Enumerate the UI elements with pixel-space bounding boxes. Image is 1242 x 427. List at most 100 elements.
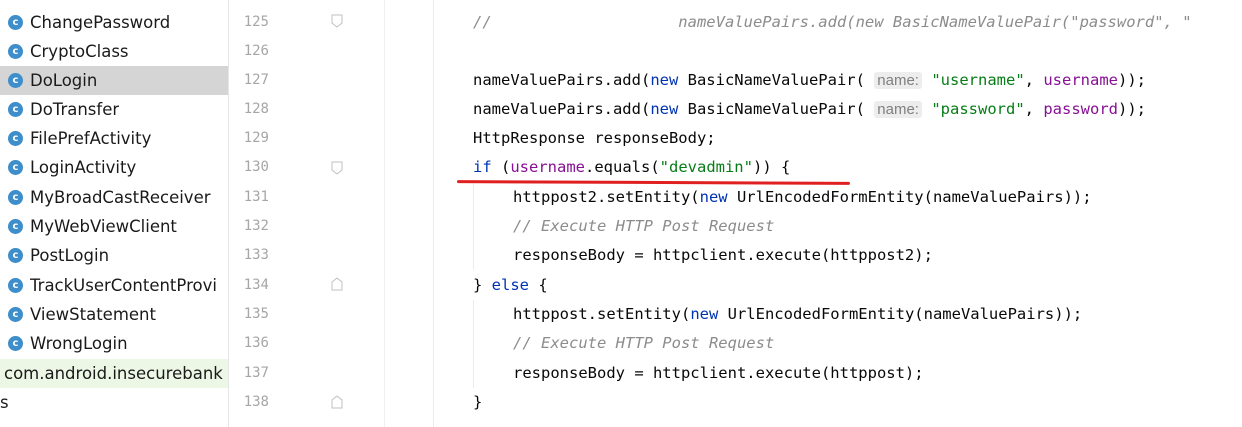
line-number: 129 bbox=[243, 130, 269, 146]
tree-item-viewstatement[interactable]: c ViewStatement bbox=[0, 300, 228, 329]
line-number: 131 bbox=[243, 189, 269, 205]
fold-end-icon[interactable] bbox=[331, 395, 343, 409]
line-number: 138 bbox=[243, 394, 269, 410]
code-line-136: // Execute HTTP Post Request bbox=[513, 334, 775, 352]
tree-item-mywebviewclient[interactable]: c MyWebViewClient bbox=[0, 212, 228, 241]
code-token: BasicNameValuePair( bbox=[678, 100, 875, 118]
keyword-token: if bbox=[473, 158, 492, 176]
tree-item-label: s bbox=[0, 393, 9, 412]
indent-guide bbox=[473, 183, 474, 270]
code-token: )) { bbox=[752, 158, 791, 176]
class-icon: c bbox=[8, 15, 23, 30]
fold-start-icon[interactable] bbox=[331, 161, 343, 175]
class-icon: c bbox=[8, 278, 23, 293]
class-icon: c bbox=[8, 131, 23, 146]
tree-item-loginactivity[interactable]: c LoginActivity bbox=[0, 153, 228, 182]
fold-end-icon[interactable] bbox=[331, 277, 343, 291]
tree-item-label: DoLogin bbox=[30, 71, 98, 90]
code-token: )); bbox=[1117, 71, 1146, 89]
tree-item-fileprefactivity[interactable]: c FilePrefActivity bbox=[0, 124, 228, 153]
line-number: 128 bbox=[243, 101, 269, 117]
tree-item-label: ChangePassword bbox=[30, 13, 171, 32]
class-icon: c bbox=[8, 307, 23, 322]
keyword-token: new bbox=[650, 100, 679, 118]
code-token: , bbox=[1024, 100, 1044, 118]
code-line-133: responseBody = httpclient.execute(httppo… bbox=[513, 246, 933, 264]
code-token: { bbox=[529, 276, 548, 294]
tree-item-dotransfer[interactable]: c DoTransfer bbox=[0, 95, 228, 124]
line-number: 133 bbox=[243, 247, 269, 263]
keyword-token: new bbox=[699, 188, 728, 206]
field-token: username bbox=[1043, 71, 1118, 89]
code-line-131: httppost2.setEntity(new UrlEncodedFormEn… bbox=[513, 183, 1092, 212]
class-icon: c bbox=[8, 190, 23, 205]
project-tree: c ChangePassword c CryptoClass c DoLogin… bbox=[0, 0, 228, 427]
tree-item-bottom[interactable]: s bbox=[0, 388, 228, 417]
editor-gutter: 125 126 127 128 129 130 131 132 133 134 … bbox=[228, 0, 384, 427]
line-number: 126 bbox=[243, 43, 269, 59]
code-token: UrlEncodedFormEntity(nameValuePairs)); bbox=[727, 188, 1092, 206]
code-editor[interactable]: // nameValuePairs.add(new BasicNameValue… bbox=[384, 0, 1242, 427]
line-number: 135 bbox=[243, 306, 269, 322]
keyword-token: new bbox=[690, 305, 719, 323]
code-token: )); bbox=[1117, 100, 1146, 118]
line-number: 134 bbox=[243, 277, 269, 293]
code-token: nameValuePairs.add( bbox=[473, 100, 651, 118]
tree-item-mybroadcastreceiver[interactable]: c MyBroadCastReceiver bbox=[0, 183, 228, 212]
tree-item-postlogin[interactable]: c PostLogin bbox=[0, 241, 228, 270]
code-token: .equals( bbox=[585, 158, 660, 176]
code-line-135: httppost.setEntity(new UrlEncodedFormEnt… bbox=[513, 300, 1082, 329]
tree-item-label: FilePrefActivity bbox=[30, 129, 152, 148]
line-number: 132 bbox=[243, 218, 269, 234]
tree-item-changepassword[interactable]: c ChangePassword bbox=[0, 8, 228, 37]
tree-item-dologin[interactable]: c DoLogin bbox=[0, 66, 228, 95]
code-token: nameValuePairs.add( bbox=[473, 71, 651, 89]
tree-item-trackusercontentprovider[interactable]: c TrackUserContentProvi bbox=[0, 271, 228, 300]
tree-item-wronglogin[interactable]: c WrongLogin bbox=[0, 329, 228, 358]
keyword-token: else bbox=[491, 276, 529, 294]
string-token: "devadmin" bbox=[659, 158, 753, 176]
code-token: httppost.setEntity( bbox=[513, 305, 691, 323]
class-icon: c bbox=[8, 160, 23, 175]
code-line-137: responseBody = httpclient.execute(httppo… bbox=[513, 364, 924, 382]
line-number: 136 bbox=[243, 335, 269, 351]
indent-guide bbox=[473, 300, 474, 388]
class-icon: c bbox=[8, 336, 23, 351]
fold-end-icon[interactable] bbox=[331, 14, 343, 28]
tree-item-label: DoTransfer bbox=[30, 100, 120, 119]
tree-item-label: WrongLogin bbox=[30, 334, 128, 353]
code-line-128: nameValuePairs.add(new BasicNameValuePai… bbox=[473, 95, 1146, 124]
code-token: UrlEncodedFormEntity(nameValuePairs)); bbox=[718, 305, 1083, 323]
code-line-132: // Execute HTTP Post Request bbox=[513, 217, 775, 235]
line-number: 137 bbox=[243, 365, 269, 381]
field-token: username bbox=[510, 158, 585, 176]
code-token: } bbox=[473, 276, 492, 294]
string-token: "password" bbox=[931, 100, 1025, 118]
tree-item-label: TrackUserContentProvi bbox=[30, 276, 217, 295]
class-icon: c bbox=[8, 248, 23, 263]
parameter-hint: name: bbox=[874, 72, 922, 89]
tree-item-label: MyBroadCastReceiver bbox=[30, 188, 211, 207]
tree-item-package[interactable]: com.android.insecurebank bbox=[0, 359, 228, 388]
line-number: 125 bbox=[243, 14, 269, 30]
tree-item-label: LoginActivity bbox=[30, 158, 137, 177]
line-number: 127 bbox=[243, 72, 269, 88]
line-number: 130 bbox=[243, 159, 269, 175]
tree-item-label: PostLogin bbox=[30, 246, 110, 265]
code-token: httppost2.setEntity( bbox=[513, 188, 700, 206]
code-line-130: if (username.equals("devadmin")) { bbox=[473, 153, 790, 182]
tree-item-cryptoclass[interactable]: c CryptoClass bbox=[0, 37, 228, 66]
tree-item-label: ViewStatement bbox=[30, 305, 156, 324]
code-token: , bbox=[1024, 71, 1044, 89]
class-icon: c bbox=[8, 102, 23, 117]
string-token: "username" bbox=[931, 71, 1025, 89]
class-icon: c bbox=[8, 73, 23, 88]
tree-item-label: CryptoClass bbox=[30, 42, 129, 61]
code-line-138: } bbox=[473, 393, 483, 411]
class-icon: c bbox=[8, 44, 23, 59]
code-token: ( bbox=[491, 158, 511, 176]
code-line-125: // nameValuePairs.add(new BasicNameValue… bbox=[473, 13, 1192, 31]
indent-guide bbox=[433, 0, 434, 427]
code-line-127: nameValuePairs.add(new BasicNameValuePai… bbox=[473, 66, 1146, 95]
keyword-token: new bbox=[650, 71, 679, 89]
